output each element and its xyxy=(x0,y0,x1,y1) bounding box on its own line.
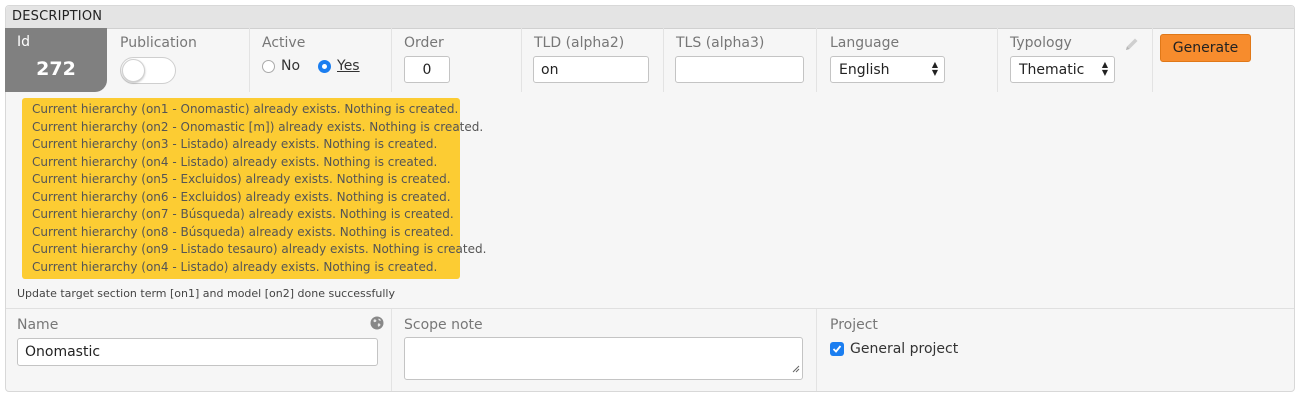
order-label: Order xyxy=(404,35,444,51)
typology-select[interactable]: Thematic ▲ ▼ xyxy=(1010,56,1115,83)
name-input[interactable]: Onomastic xyxy=(17,338,378,366)
message-line: Current hierarchy (on2 - Onomastic [m]) … xyxy=(32,119,484,134)
scope-note-label: Scope note xyxy=(404,317,483,333)
scope-note-textarea[interactable] xyxy=(404,337,803,380)
record-id-box: Id 272 xyxy=(5,28,107,92)
success-message: Update target section term [on1] and mod… xyxy=(17,287,395,300)
message-line: Current hierarchy (on4 - Listado) alread… xyxy=(32,259,438,274)
column-divider xyxy=(249,28,250,92)
pencil-icon[interactable] xyxy=(1124,36,1140,56)
message-line: Current hierarchy (on8 - Búsqueda) alrea… xyxy=(32,224,454,239)
general-project-label[interactable]: General project xyxy=(850,341,958,357)
active-no-radio[interactable] xyxy=(262,60,275,73)
tld-label: TLD (alpha2) xyxy=(534,35,625,51)
toggle-knob xyxy=(122,59,145,82)
message-line: Current hierarchy (on1 - Onomastic) alre… xyxy=(32,102,459,116)
row-divider xyxy=(6,308,1294,309)
column-divider xyxy=(391,28,392,92)
column-divider xyxy=(663,28,664,92)
language-value: English xyxy=(839,62,890,78)
column-divider xyxy=(521,28,522,92)
order-input[interactable]: 0 xyxy=(404,56,450,83)
tld-input[interactable]: on xyxy=(533,56,649,83)
resize-handle-icon[interactable] xyxy=(792,358,800,377)
id-value: 272 xyxy=(36,58,76,80)
name-label: Name xyxy=(17,317,59,333)
column-divider xyxy=(816,28,817,92)
column-divider xyxy=(1152,28,1153,92)
column-divider xyxy=(391,309,392,391)
tls-input[interactable] xyxy=(675,56,804,83)
active-label: Active xyxy=(262,35,306,51)
general-project-checkbox[interactable] xyxy=(830,342,844,356)
message-line: Current hierarchy (on5 - Excluidos) alre… xyxy=(32,172,451,186)
hierarchy-messages-box: Current hierarchy (on1 - Onomastic) alre… xyxy=(22,98,486,279)
project-label: Project xyxy=(830,317,878,333)
active-no-label[interactable]: No xyxy=(281,58,300,74)
panel-title: DESCRIPTION xyxy=(12,9,103,24)
typology-value: Thematic xyxy=(1019,62,1085,78)
select-arrows-icon: ▲ ▼ xyxy=(1101,60,1108,77)
publication-toggle[interactable] xyxy=(120,57,176,84)
select-arrows-icon: ▲ ▼ xyxy=(931,60,938,77)
message-line: Current hierarchy (on7 - Búsqueda) alrea… xyxy=(32,207,454,221)
column-divider xyxy=(816,309,817,391)
language-select[interactable]: English ▲ ▼ xyxy=(830,56,945,83)
panel-header: DESCRIPTION xyxy=(6,6,1294,29)
typology-label: Typology xyxy=(1010,35,1072,51)
publication-label: Publication xyxy=(120,35,197,51)
language-label: Language xyxy=(830,35,900,51)
id-label: Id xyxy=(17,34,31,50)
message-line: Current hierarchy (on4 - Listado) alread… xyxy=(32,154,438,169)
message-line: Current hierarchy (on3 - Listado) alread… xyxy=(32,137,438,151)
tls-label: TLS (alpha3) xyxy=(676,35,765,51)
column-divider xyxy=(997,28,998,92)
message-line: Current hierarchy (on9 - Listado tesauro… xyxy=(32,242,487,256)
active-yes-label[interactable]: Yes xyxy=(337,58,360,74)
globe-icon[interactable] xyxy=(370,315,384,334)
generate-button[interactable]: Generate xyxy=(1160,34,1251,62)
active-yes-radio[interactable] xyxy=(318,60,331,73)
message-line: Current hierarchy (on6 - Excluidos) alre… xyxy=(32,189,451,204)
